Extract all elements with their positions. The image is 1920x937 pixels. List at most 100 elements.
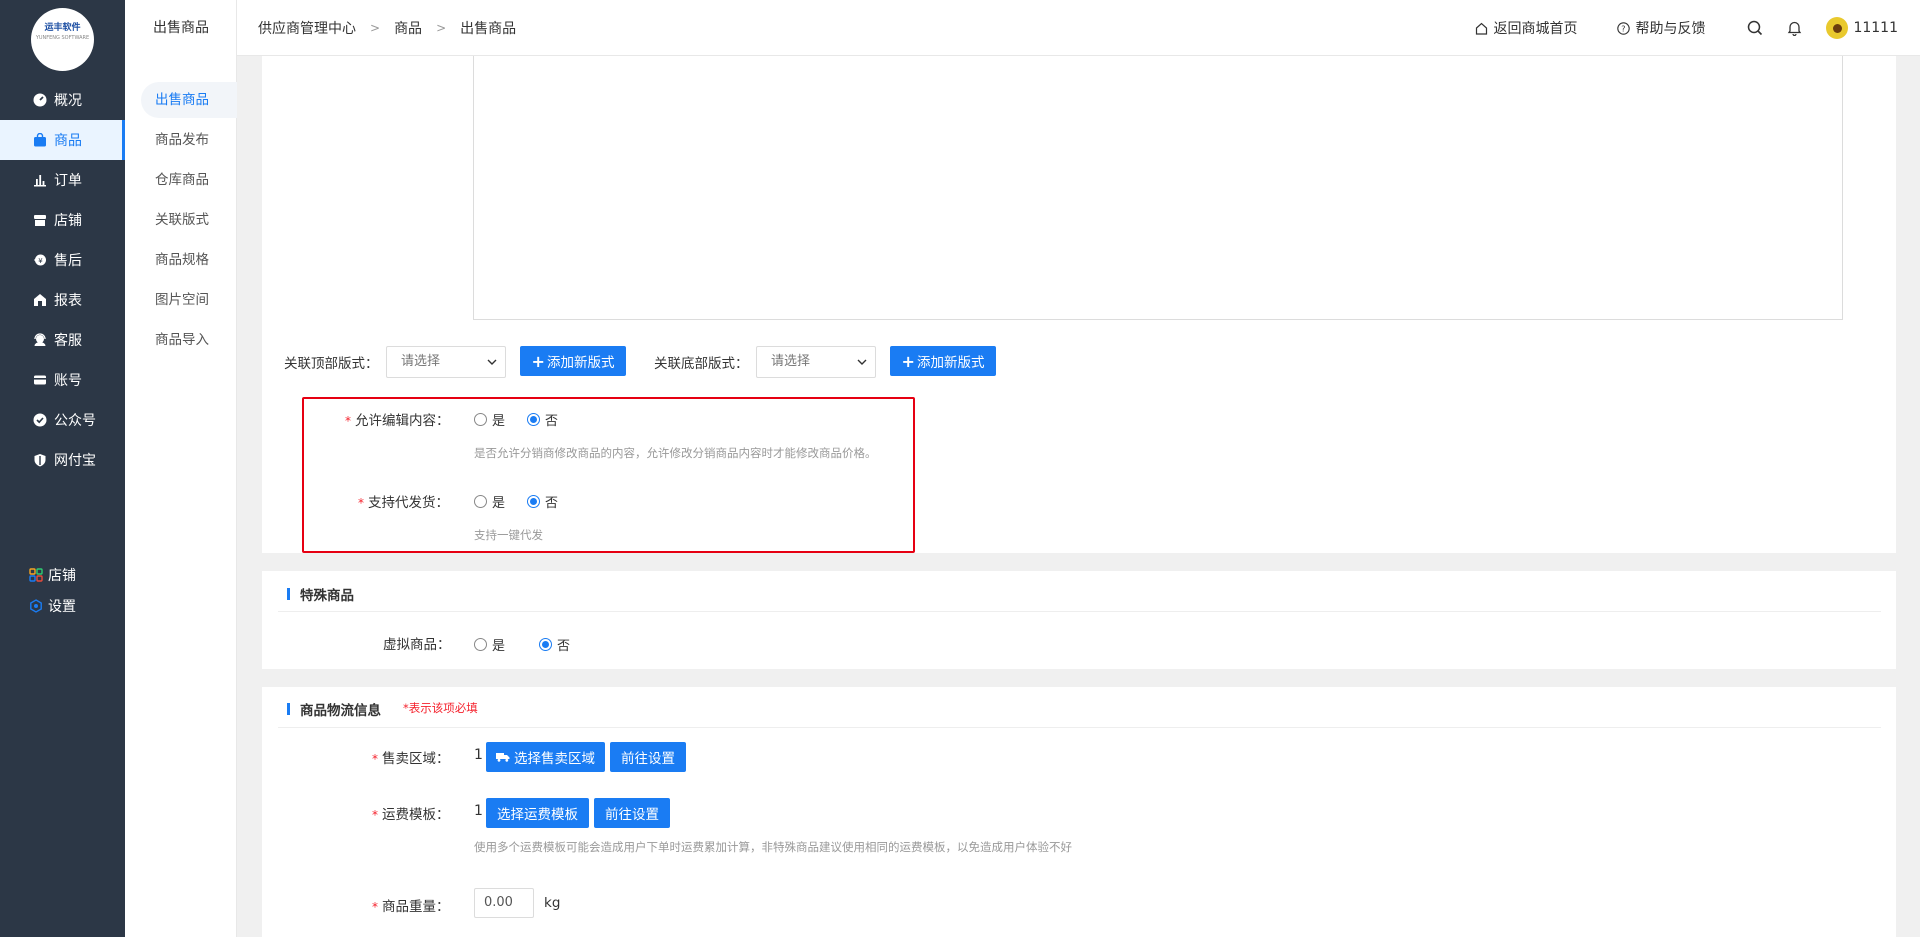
company-logo[interactable]: 运丰软件 YUNFENG SOFTWARE [31,8,94,71]
bottom-layout-select[interactable]: 请选择 [756,346,876,378]
add-bottom-layout-button[interactable]: + 添加新版式 [890,346,996,376]
nav-item-wechat[interactable]: 公众号 [0,400,125,440]
nav-item-label: 店铺 [54,213,82,229]
nav-item-label: 订单 [54,173,82,189]
nav-item-service[interactable]: 客服 [0,320,125,360]
nav-item-label: 公众号 [54,413,96,429]
freight-template-label: * 运费模板： [372,807,450,823]
nav-item-aftersale[interactable]: ¥ 售后 [0,240,125,280]
nav-bottom-label: 店铺 [48,568,76,584]
dashboard-icon [32,92,48,108]
settings-icon [28,598,44,614]
nav-item-label: 报表 [54,293,82,309]
select-sale-area-button[interactable]: 选择售卖区域 [486,742,605,772]
check-badge-icon [32,412,48,428]
plus-icon: + [901,351,915,371]
home-link[interactable]: 返回商城首页 [1475,18,1577,38]
nav-item-label: 客服 [54,333,82,349]
add-layout-label: 添加新版式 [916,355,985,371]
special-goods-card [262,571,1896,669]
virtual-yes-radio[interactable]: 是 [474,635,505,654]
breadcrumb: 供应商管理中心 > 商品 > 出售商品 [258,0,516,56]
home-icon [1476,22,1488,35]
bar-chart-icon [32,172,48,188]
add-top-layout-button[interactable]: + 添加新版式 [520,346,626,376]
store-icon [32,212,48,228]
sale-area-settings-button[interactable]: 前往设置 [610,742,686,772]
plus-icon: + [531,351,545,371]
main-sidebar: 运丰软件 YUNFENG SOFTWARE 概况 商品 订单 店铺 ¥ 售后 报表… [0,0,125,937]
help-link-label: 帮助与反馈 [1635,21,1706,37]
subnav-item-publish[interactable]: 商品发布 [141,122,237,158]
breadcrumb-item[interactable]: 供应商管理中心 [258,18,356,38]
avatar [1826,17,1849,39]
breadcrumb-item[interactable]: 商品 [394,18,422,38]
weight-unit: kg [544,895,561,911]
dropship-hint: 支持一键代发 [474,528,543,542]
freight-hint: 使用多个运费模板可能会造成用户下单时运费累加计算，非特殊商品建议使用相同的运费模… [474,840,1072,854]
help-icon: ? [1617,21,1631,35]
top-layout-placeholder: 请选择 [401,354,441,369]
subnav-item-on-sale[interactable]: 出售商品 [141,82,237,118]
home-link-label: 返回商城首页 [1493,21,1578,37]
special-goods-title: 特殊商品 [287,584,354,604]
chevron-down-icon [487,359,497,365]
subnav-item-warehouse[interactable]: 仓库商品 [141,162,237,198]
nav-item-payment[interactable]: 网付宝 [0,440,125,480]
nav-item-label: 售后 [54,253,82,269]
subnav-item-layout[interactable]: 关联版式 [141,202,237,238]
bottom-layout-placeholder: 请选择 [771,354,811,369]
nav-item-report[interactable]: 报表 [0,280,125,320]
sale-area-label: * 售卖区域： [372,751,450,767]
chevron-right-icon: > [370,21,381,35]
dropship-yes-radio[interactable]: 是 [474,492,505,511]
virtual-no-radio[interactable]: 否 [539,635,570,654]
nav-bottom-settings[interactable]: 设置 [28,596,76,616]
allow-edit-yes-radio[interactable]: 是 [474,410,505,429]
dropship-no-radio[interactable]: 否 [527,492,558,511]
allow-edit-hint: 是否允许分销商修改商品的内容，允许修改分销商品内容时才能修改商品价格。 [474,446,877,460]
logistics-title: 商品物流信息 [287,699,381,719]
user-menu[interactable]: 11111 [1826,17,1898,39]
divider [278,727,1881,728]
chevron-down-icon [857,359,867,365]
freight-settings-button[interactable]: 前往设置 [594,798,670,828]
report-icon [32,292,48,308]
select-freight-template-button[interactable]: 选择运费模板 [486,798,589,828]
sub-sidebar: 出售商品 出售商品 商品发布 仓库商品 关联版式 商品规格 图片空间 商品导入 [125,0,237,937]
nav-item-account[interactable]: 账号 [0,360,125,400]
card-icon [32,372,48,388]
username: 11111 [1853,20,1898,36]
search-icon[interactable] [1747,20,1763,36]
weight-input[interactable]: 0.00 [474,888,534,918]
top-layout-select[interactable]: 请选择 [386,346,506,378]
bottom-layout-label: 关联底部版式： [654,356,749,372]
subnav-item-import[interactable]: 商品导入 [141,322,237,358]
nav-item-store[interactable]: 店铺 [0,200,125,240]
nav-item-orders[interactable]: 订单 [0,160,125,200]
top-header: 供应商管理中心 > 商品 > 出售商品 返回商城首页 ? 帮助与反馈 11111 [237,0,1920,56]
nav-item-label: 网付宝 [54,453,96,469]
subnav-item-specs[interactable]: 商品规格 [141,242,237,278]
aftersale-icon: ¥ [32,252,48,268]
nav-item-label: 商品 [54,133,82,149]
nav-item-overview[interactable]: 概况 [0,80,125,120]
nav-item-label: 账号 [54,373,82,389]
breadcrumb-item: 出售商品 [460,21,517,37]
svg-text:¥: ¥ [38,257,43,265]
allow-edit-no-radio[interactable]: 否 [527,410,558,429]
bell-icon[interactable] [1787,20,1802,36]
subnav-item-images[interactable]: 图片空间 [141,282,237,318]
truck-icon [496,753,510,762]
add-layout-label: 添加新版式 [546,355,615,371]
nav-bottom-store[interactable]: 店铺 [28,565,76,585]
headset-icon [32,332,48,348]
rich-text-editor[interactable] [473,56,1843,320]
allow-edit-label: * 允许编辑内容： [345,413,450,429]
logo-subtext: YUNFENG SOFTWARE [35,34,90,41]
help-link[interactable]: ? 帮助与反馈 [1617,18,1705,38]
top-layout-label: 关联顶部版式： [284,356,379,372]
required-note: *表示该项必填 [403,701,478,715]
svg-text:?: ? [1622,24,1626,33]
nav-item-goods[interactable]: 商品 [0,120,125,160]
